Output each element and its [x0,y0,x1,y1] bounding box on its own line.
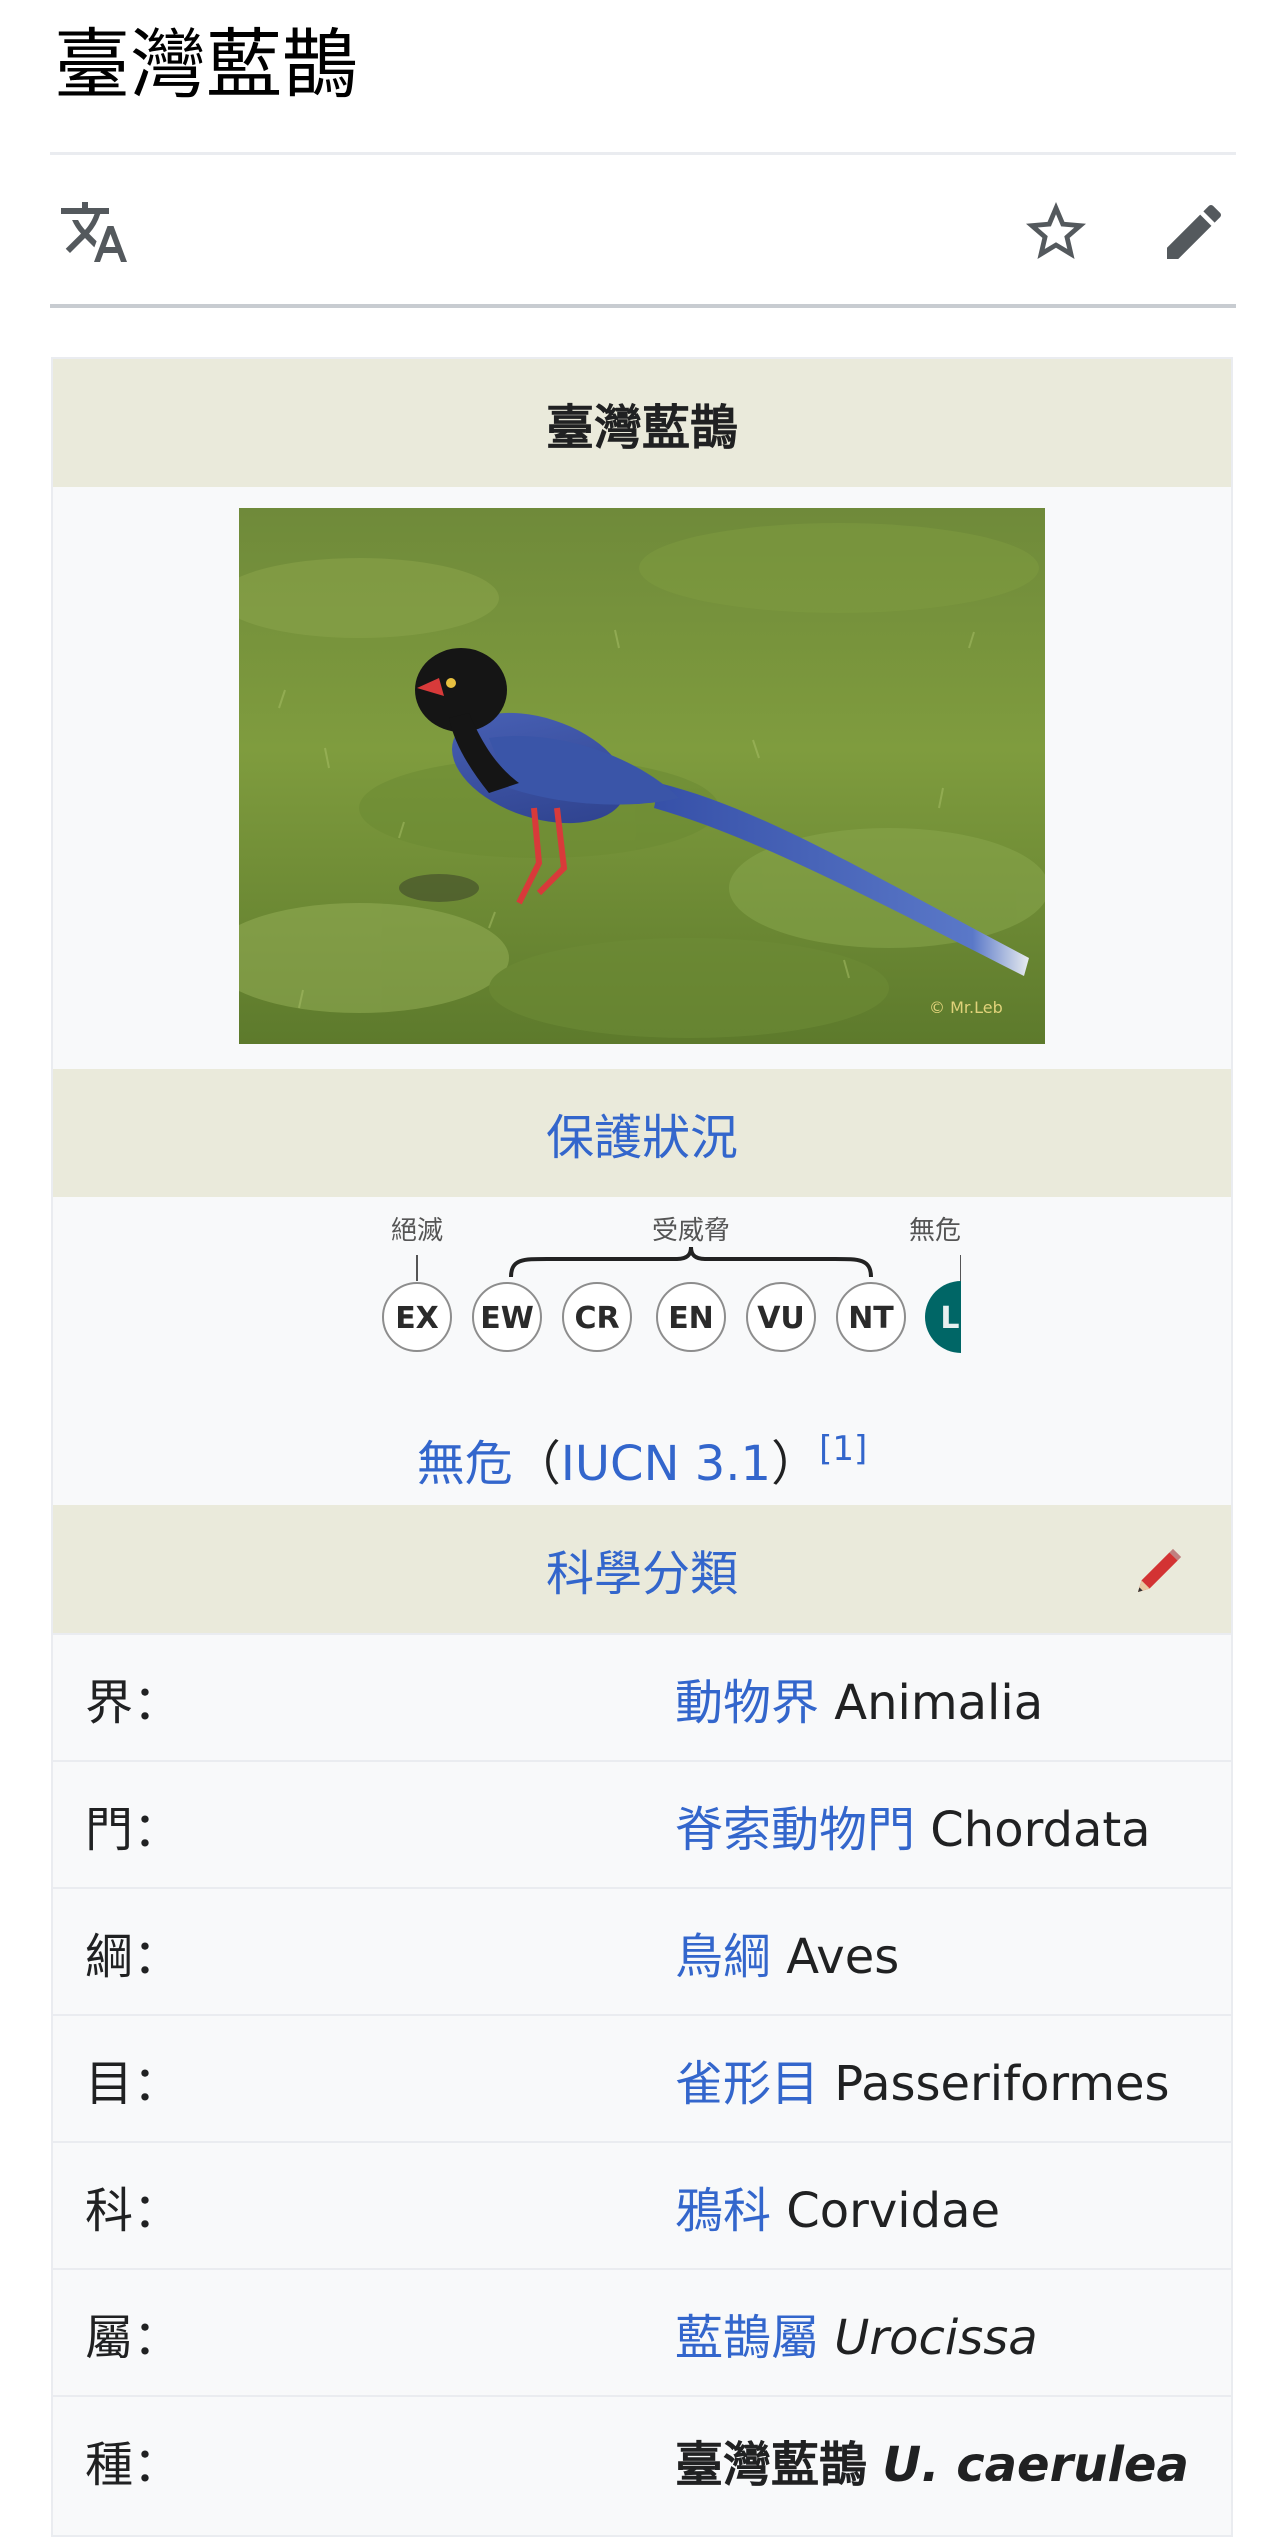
status-ex: EX [395,1301,439,1336]
taxonomy-row-phylum: 門： 脊索動物門 Chordata [53,1760,1231,1887]
title-divider [50,152,1236,155]
taxon-scientific-name: Passeriformes [834,2055,1170,2112]
bird-photo[interactable]: © Mr.Leb [239,508,1045,1044]
photo-watermark: © Mr.Leb [929,998,1003,1017]
rank-label: 目： [85,2055,182,2112]
rank-label: 科： [85,2182,182,2239]
species-scientific-name: U. caerulea [882,2436,1189,2493]
status-nt: NT [848,1301,894,1336]
group-extinct-label: 絕滅 [391,1216,443,1246]
taxonomy-row-family: 科： 鴉科 Corvidae [53,2141,1231,2268]
rank-label: 門： [85,1801,182,1858]
taxonomy-row-genus: 屬： 藍鵲屬 Urocissa [53,2268,1231,2395]
edit-taxonomy-icon[interactable] [1131,1543,1187,1599]
taxonomy-row-order: 目： 雀形目 Passeriformes [53,2014,1231,2141]
status-lc: LC [940,1301,961,1336]
taxonomy-heading-link[interactable]: 科學分類 [546,1534,738,1604]
taxon-scientific-name: Corvidae [786,2182,1001,2239]
group-lc-label: 無危 [909,1216,961,1246]
species-name: 臺灣藍鵲 [675,2436,868,2493]
taxon-link[interactable]: 動物界 [675,1675,819,1731]
taxon-link[interactable]: 脊索動物門 [675,1802,915,1858]
iucn-link[interactable]: IUCN 3.1 [561,1436,771,1492]
rank-label: 屬： [85,2309,182,2366]
taxon-scientific-name: Chordata [930,1801,1151,1858]
taxonomy-row-kingdom: 界： 動物界 Animalia [53,1633,1231,1760]
status-en: EN [668,1301,714,1336]
status-reference[interactable]: [1] [819,1429,867,1469]
taxonomy-row-class: 綱： 鳥綱 Aves [53,1887,1231,2014]
taxon-scientific-name: Animalia [834,1674,1044,1731]
rank-label: 界： [85,1674,182,1731]
rank-label: 綱： [85,1928,182,1985]
pencil-icon [1167,204,1222,259]
taxon-scientific-name: Urocissa [834,2309,1038,2366]
taxon-link[interactable]: 藍鵲屬 [675,2310,819,2366]
watch-button[interactable] [1020,196,1092,268]
rank-label: 種： [85,2436,182,2493]
status-heading-link[interactable]: 保護狀況 [546,1098,738,1168]
page-title: 臺灣藍鵲 [54,20,358,109]
status-paren-close: ） [771,1436,820,1492]
infobox-title: 臺灣藍鵲 [53,359,1231,487]
status-value-link[interactable]: 無危 [417,1436,513,1492]
status-vu: VU [757,1301,805,1336]
taxon-link[interactable]: 鴉科 [675,2183,771,2239]
species-infobox: 臺灣藍鵲 © Mr.Leb 保護狀況 絕滅 受威脅 無危 EX EW CR EN… [51,357,1233,2537]
language-button[interactable] [58,196,130,268]
taxonomy-heading: 科學分類 [53,1505,1231,1633]
status-heading: 保護狀況 [53,1069,1231,1197]
taiwan-blue-magpie-image: © Mr.Leb [239,508,1045,1044]
status-paren-open: （ [512,1436,561,1492]
taxon-link[interactable]: 雀形目 [675,2056,819,2112]
group-threatened-label: 受威脅 [652,1216,730,1246]
taxon-link[interactable]: 鳥綱 [675,1929,771,1985]
toolbar-divider [50,304,1236,308]
taxon-scientific-name: Aves [786,1928,900,1985]
status-cr: CR [574,1301,619,1336]
edit-button[interactable] [1158,196,1230,268]
iucn-status-scale: 絕滅 受威脅 無危 EX EW CR EN VU NT LC [382,1216,961,1353]
conservation-status: 絕滅 受威脅 無危 EX EW CR EN VU NT LC [53,1197,1231,1505]
status-ew: EW [480,1301,534,1336]
status-summary: 無危（IUCN 3.1）[1] [53,1419,1231,1494]
translate-icon [61,202,127,262]
star-outline-icon [1026,202,1086,259]
taxonomy-row-species: 種： 臺灣藍鵲 U. caerulea [53,2395,1231,2522]
